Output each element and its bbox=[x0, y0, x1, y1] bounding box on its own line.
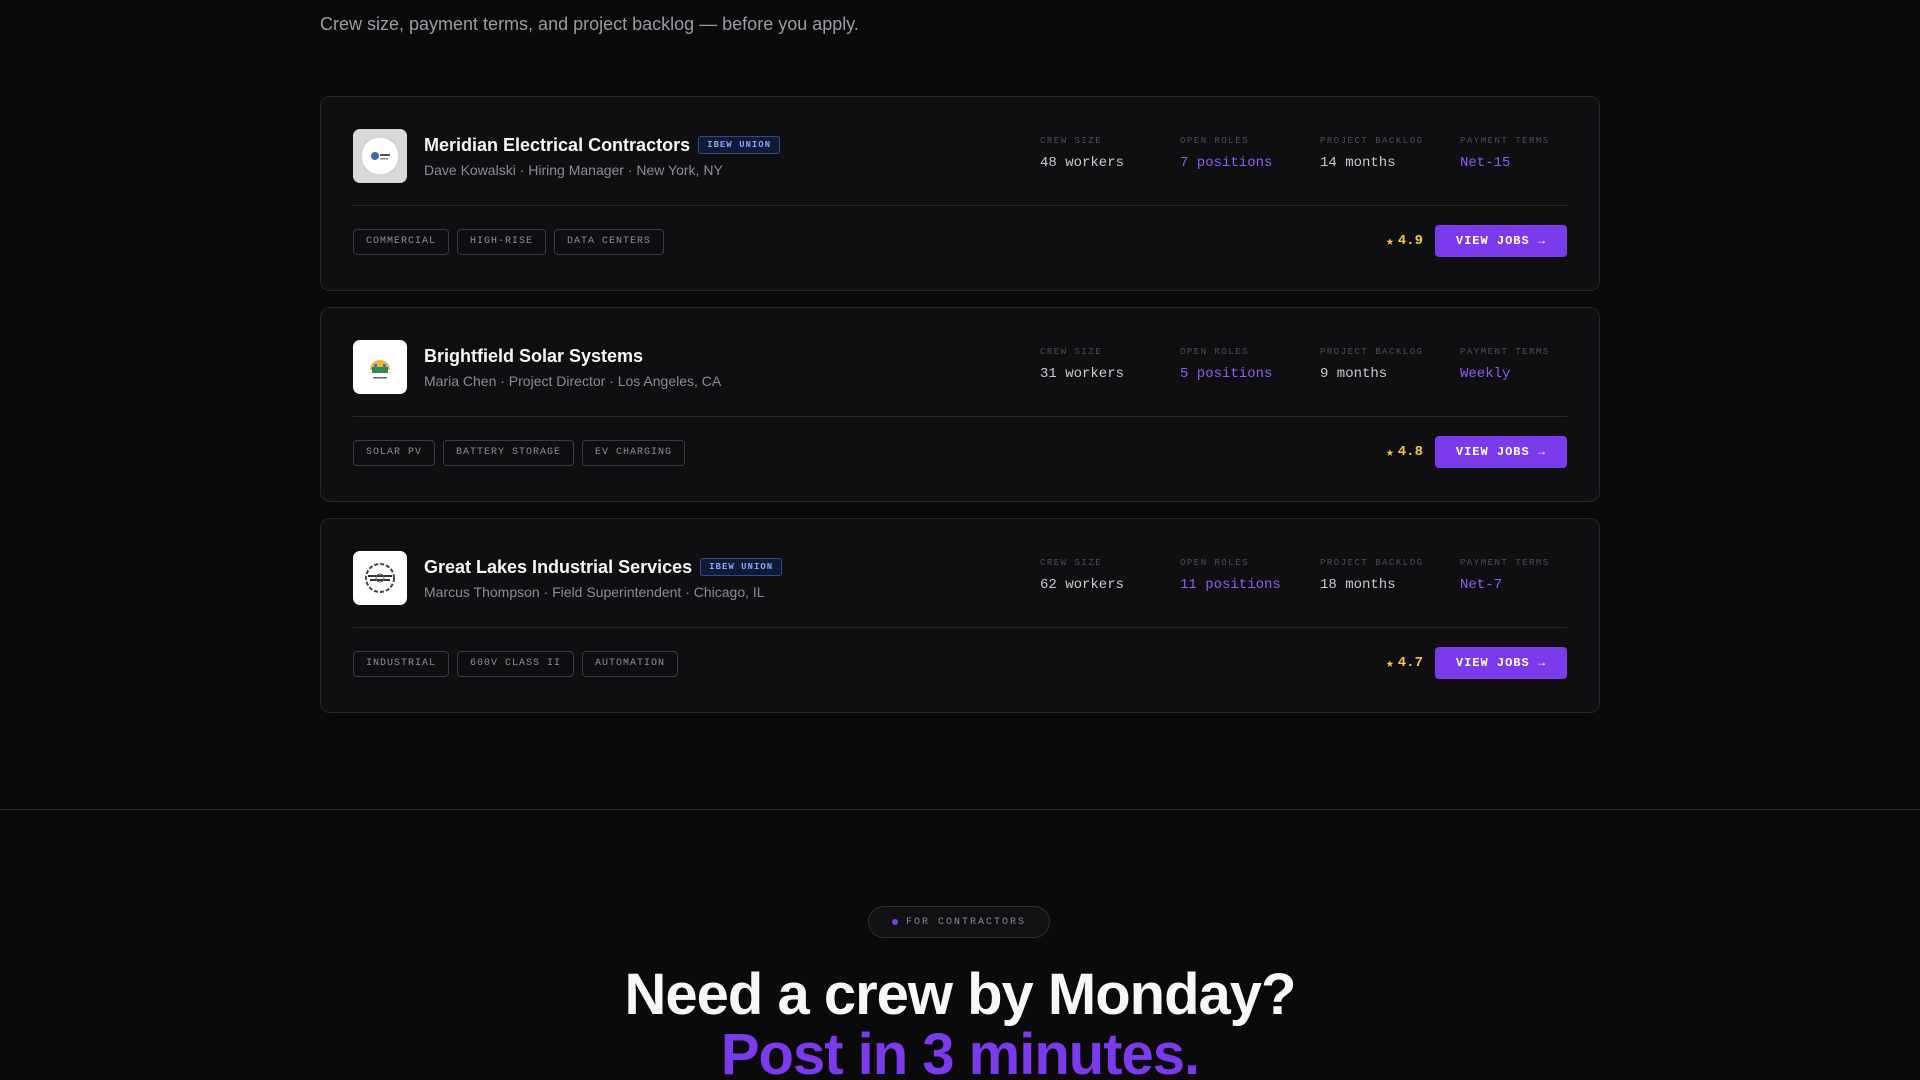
stat-open-roles: OPEN ROLES 5 positions bbox=[1180, 347, 1320, 382]
contact-line: Maria Chen · Project Director · Los Ange… bbox=[424, 373, 722, 389]
contractor-card: Great Lakes Industrial Services IBEW UNI… bbox=[320, 518, 1600, 713]
stat-value: Net-7 bbox=[1460, 577, 1503, 593]
union-badge: IBEW UNION bbox=[700, 558, 783, 576]
stat-label: CREW SIZE bbox=[1040, 347, 1103, 357]
rating-value: 4.7 bbox=[1397, 655, 1423, 671]
rating-value: 4.8 bbox=[1397, 444, 1423, 460]
stat-label: CREW SIZE bbox=[1040, 558, 1103, 568]
stats-row: CREW SIZE 48 workers OPEN ROLES 7 positi… bbox=[1040, 136, 1600, 171]
company-info: Brightfield Solar Systems Maria Chen · P… bbox=[424, 343, 722, 390]
stat-payment-terms: PAYMENT TERMS Net-7 bbox=[1460, 558, 1600, 593]
contractor-list: Meridian Electrical Contractors IBEW UNI… bbox=[320, 96, 1600, 729]
stat-label: PROJECT BACKLOG bbox=[1320, 347, 1424, 357]
company-name[interactable]: Brightfield Solar Systems bbox=[424, 346, 643, 367]
for-contractors-pill: FOR CONTRACTORS bbox=[868, 906, 1050, 938]
stat-label: PROJECT BACKLOG bbox=[1320, 136, 1424, 146]
tag: AUTOMATION bbox=[582, 651, 679, 677]
card-footer: INDUSTRIAL 600V CLASS II AUTOMATION ★ 4.… bbox=[353, 647, 1567, 687]
rating: ★ 4.7 bbox=[1386, 655, 1423, 671]
card-header: Brightfield Solar Systems Maria Chen · P… bbox=[353, 340, 1567, 417]
stat-label: PAYMENT TERMS bbox=[1460, 136, 1550, 146]
section-subtitle: Crew size, payment terms, and project ba… bbox=[320, 14, 859, 34]
page: Crew size, payment terms, and project ba… bbox=[0, 0, 1920, 1080]
card-actions: ★ 4.8 VIEW JOBS → bbox=[1386, 436, 1567, 468]
tag: DATA CENTERS bbox=[554, 229, 665, 255]
contact-line: Dave Kowalski · Hiring Manager · New Yor… bbox=[424, 162, 723, 178]
stat-value: 9 months bbox=[1320, 366, 1388, 382]
stat-label: OPEN ROLES bbox=[1180, 136, 1250, 146]
stat-label: PAYMENT TERMS bbox=[1460, 558, 1550, 568]
union-badge: IBEW UNION bbox=[698, 136, 781, 154]
tag-list: COMMERCIAL HIGH-RISE DATA CENTERS bbox=[353, 229, 665, 255]
tag-list: INDUSTRIAL 600V CLASS II AUTOMATION bbox=[353, 651, 679, 677]
card-header: Great Lakes Industrial Services IBEW UNI… bbox=[353, 551, 1567, 628]
rating: ★ 4.8 bbox=[1386, 444, 1423, 460]
company-name[interactable]: Great Lakes Industrial Services bbox=[424, 557, 692, 578]
card-actions: ★ 4.7 VIEW JOBS → bbox=[1386, 647, 1567, 679]
view-jobs-button[interactable]: VIEW JOBS → bbox=[1435, 647, 1567, 679]
dot-icon bbox=[891, 919, 898, 925]
tag: COMMERCIAL bbox=[353, 229, 450, 255]
contractor-card: Meridian Electrical Contractors IBEW UNI… bbox=[320, 96, 1600, 291]
stat-project-backlog: PROJECT BACKLOG 9 months bbox=[1320, 347, 1460, 382]
card-footer: COMMERCIAL HIGH-RISE DATA CENTERS ★ 4.9 … bbox=[353, 225, 1567, 265]
cta-heading: Need a crew by Monday? bbox=[624, 962, 1297, 1027]
stat-crew-size: CREW SIZE 62 workers bbox=[1040, 558, 1180, 593]
stat-label: PROJECT BACKLOG bbox=[1320, 558, 1424, 568]
tag: 600V CLASS II bbox=[457, 651, 575, 677]
tag: INDUSTRIAL bbox=[353, 651, 450, 677]
stat-label: OPEN ROLES bbox=[1180, 558, 1250, 568]
company-name[interactable]: Meridian Electrical Contractors bbox=[424, 135, 690, 156]
great-lakes-logo-icon bbox=[353, 551, 407, 605]
card-actions: ★ 4.9 VIEW JOBS → bbox=[1386, 225, 1567, 257]
star-icon: ★ bbox=[1385, 444, 1394, 460]
stat-value: Net-15 bbox=[1460, 155, 1511, 171]
stat-project-backlog: PROJECT BACKLOG 14 months bbox=[1320, 136, 1460, 171]
pill-label: FOR CONTRACTORS bbox=[905, 916, 1026, 928]
stat-crew-size: CREW SIZE 48 workers bbox=[1040, 136, 1180, 171]
star-icon: ★ bbox=[1385, 233, 1394, 249]
contact-line: Marcus Thompson · Field Superintendent ·… bbox=[424, 584, 765, 600]
stat-value: 62 workers bbox=[1040, 577, 1125, 593]
stat-value: 7 positions bbox=[1180, 155, 1273, 171]
meridian-logo-icon bbox=[353, 129, 407, 183]
stat-label: OPEN ROLES bbox=[1180, 347, 1250, 357]
stat-value: 48 workers bbox=[1040, 155, 1125, 171]
tag-list: SOLAR PV BATTERY STORAGE EV CHARGING bbox=[353, 440, 686, 466]
stats-row: CREW SIZE 31 workers OPEN ROLES 5 positi… bbox=[1040, 347, 1600, 382]
rating-value: 4.9 bbox=[1397, 233, 1423, 249]
tag: BATTERY STORAGE bbox=[443, 440, 575, 466]
stat-value: 11 positions bbox=[1180, 577, 1281, 593]
stat-label: CREW SIZE bbox=[1040, 136, 1103, 146]
card-header: Meridian Electrical Contractors IBEW UNI… bbox=[353, 129, 1567, 206]
view-jobs-button[interactable]: VIEW JOBS → bbox=[1435, 225, 1567, 257]
stat-value: 31 workers bbox=[1040, 366, 1125, 382]
stat-project-backlog: PROJECT BACKLOG 18 months bbox=[1320, 558, 1460, 593]
view-jobs-button[interactable]: VIEW JOBS → bbox=[1435, 436, 1567, 468]
card-footer: SOLAR PV BATTERY STORAGE EV CHARGING ★ 4… bbox=[353, 436, 1567, 476]
tag: EV CHARGING bbox=[582, 440, 686, 466]
stat-value: Weekly bbox=[1460, 366, 1511, 382]
tag: SOLAR PV bbox=[353, 440, 436, 466]
tag: HIGH-RISE bbox=[457, 229, 547, 255]
brightfield-logo-icon bbox=[353, 340, 407, 394]
stat-label: PAYMENT TERMS bbox=[1460, 347, 1550, 357]
stats-row: CREW SIZE 62 workers OPEN ROLES 11 posit… bbox=[1040, 558, 1600, 593]
stat-value: 18 months bbox=[1320, 577, 1396, 593]
stat-value: 14 months bbox=[1320, 155, 1396, 171]
stat-open-roles: OPEN ROLES 11 positions bbox=[1180, 558, 1320, 593]
cta-accent-heading: Post in 3 minutes. bbox=[720, 1022, 1200, 1080]
stat-payment-terms: PAYMENT TERMS Weekly bbox=[1460, 347, 1600, 382]
star-icon: ★ bbox=[1385, 655, 1394, 671]
company-info: Meridian Electrical Contractors IBEW UNI… bbox=[424, 132, 781, 178]
rating: ★ 4.9 bbox=[1386, 233, 1423, 249]
stat-open-roles: OPEN ROLES 7 positions bbox=[1180, 136, 1320, 171]
stat-payment-terms: PAYMENT TERMS Net-15 bbox=[1460, 136, 1600, 171]
stat-crew-size: CREW SIZE 31 workers bbox=[1040, 347, 1180, 382]
stat-value: 5 positions bbox=[1180, 366, 1273, 382]
contractor-card: Brightfield Solar Systems Maria Chen · P… bbox=[320, 307, 1600, 502]
company-info: Great Lakes Industrial Services IBEW UNI… bbox=[424, 554, 783, 600]
section-divider bbox=[0, 809, 1920, 810]
